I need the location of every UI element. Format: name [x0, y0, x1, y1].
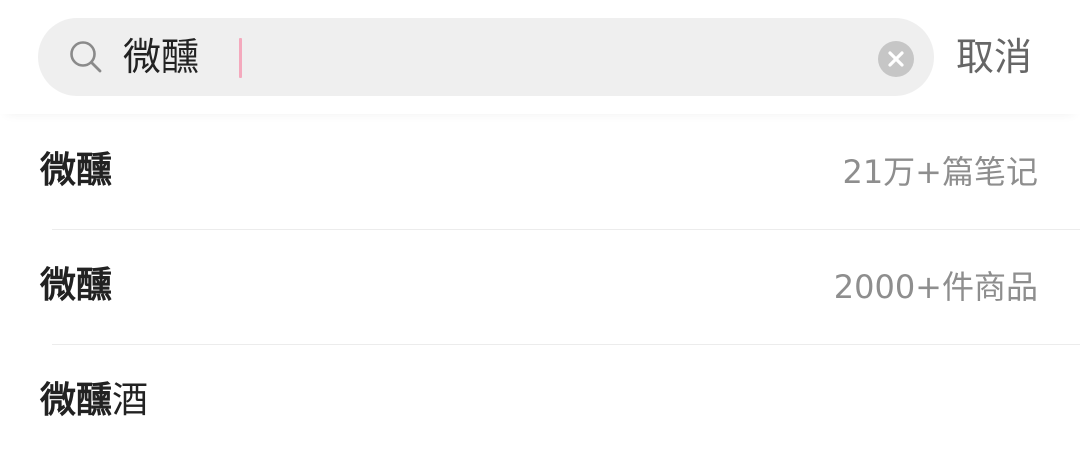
suggestion-highlight: 微醺	[40, 380, 113, 421]
suggestion-highlight: 微醺	[40, 265, 113, 306]
search-bar[interactable]: 微醺	[38, 18, 934, 96]
suggestion-title: 微醺酒	[40, 376, 148, 426]
suggestion-title: 微醺	[40, 261, 112, 311]
suggestion-highlight: 微醺	[40, 150, 113, 191]
text-caret	[239, 38, 242, 78]
suggestion-item[interactable]: 微醺 21万+篇笔记	[0, 114, 1080, 229]
suggestion-list: 微醺 21万+篇笔记 微醺 2000+件商品 微醺酒	[0, 114, 1080, 459]
suggestion-meta: 2000+件商品	[833, 268, 1038, 306]
suggestion-meta: 21万+篇笔记	[842, 153, 1038, 191]
suggestion-rest: 酒	[112, 380, 149, 421]
suggestion-item[interactable]: 微醺 2000+件商品	[0, 229, 1080, 344]
search-input[interactable]: 微醺	[123, 35, 199, 79]
search-header: 微醺 取消	[0, 0, 1080, 114]
suggestion-item[interactable]: 微醺酒	[0, 344, 1080, 459]
clear-icon[interactable]	[878, 41, 914, 77]
suggestion-title: 微醺	[40, 146, 112, 196]
cancel-button[interactable]: 取消	[956, 31, 1032, 83]
search-icon	[68, 39, 104, 75]
